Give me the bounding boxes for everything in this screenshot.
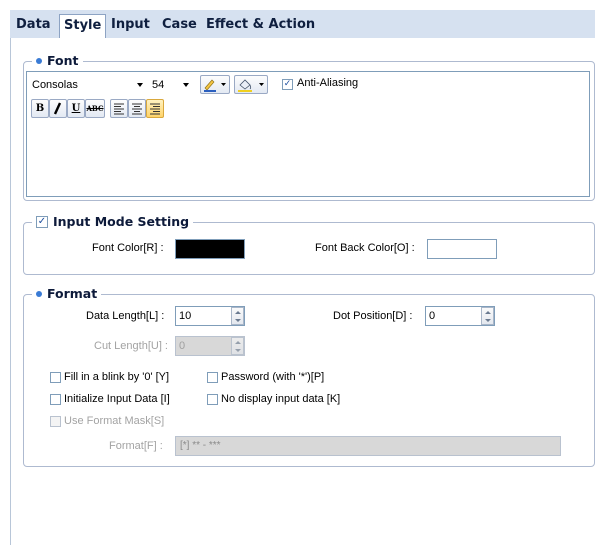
back-color-picker-button[interactable] [234,75,268,94]
dot-position-value: 0 [429,310,436,322]
font-group-title: Font [32,53,83,69]
paint-bucket-icon [238,79,264,92]
underline-button[interactable]: U [67,99,85,118]
password-label: Password (with '*')[P] [221,371,325,383]
use-format-mask-checkbox[interactable] [50,416,61,427]
use-format-mask-label: Use Format Mask[S] [64,415,165,427]
align-center-icon [132,103,142,115]
tab-effect-action[interactable]: Effect & Action [202,14,319,38]
font-color-swatch[interactable] [175,239,245,259]
initialize-input-checkbox[interactable] [50,394,61,405]
no-display-checkbox[interactable] [207,394,218,405]
cut-length-value: 0 [179,340,186,352]
fill-blink-checkbox[interactable] [50,372,61,383]
format-value: [*] ** - *** [180,440,221,451]
bold-button[interactable]: B [31,99,49,118]
data-length-label: Data Length[L] : [86,310,165,322]
input-mode-checkbox[interactable]: ✓ [36,216,48,228]
font-family-select[interactable]: Consolas [29,76,147,94]
tab-input[interactable]: Input [107,14,154,38]
underline-icon: U [71,103,81,114]
format-input[interactable]: [*] ** - *** [175,436,561,456]
cut-length-spinner[interactable] [231,337,244,355]
font-editor-area: Consolas 54 ✓ Anti-Aliasing B U ABC [26,71,590,197]
align-left-icon [114,103,124,115]
password-checkbox[interactable] [207,372,218,383]
spin-up-icon [235,311,241,314]
data-length-value: 10 [179,310,192,322]
align-left-button[interactable] [110,99,128,118]
bold-icon: B [35,103,45,114]
input-mode-label: Input Mode Setting [53,214,190,229]
tab-style[interactable]: Style [59,14,107,38]
fill-blink-label: Fill in a blink by '0' [Y] [64,371,170,383]
chevron-down-icon [137,83,143,87]
font-back-color-swatch[interactable] [427,239,497,259]
chevron-down-icon [183,83,189,87]
align-center-button[interactable] [128,99,146,118]
data-length-spinner[interactable] [231,307,244,325]
pencil-color-icon [204,79,226,92]
align-right-button[interactable] [146,99,164,118]
tab-bar: Data Style Input Case Effect & Action [10,10,595,38]
format-group-label: Format [47,286,98,301]
input-mode-group-title: ✓ Input Mode Setting [32,214,194,230]
strikethrough-button[interactable]: ABC [85,99,105,118]
cut-length-label: Cut Length[U] : [94,340,168,352]
font-color-label: Font Color[R] : [92,242,164,254]
dot-position-label: Dot Position[D] : [333,310,413,322]
align-right-icon [150,103,160,115]
font-family-value: Consolas [32,79,78,91]
bullet-icon [36,291,42,297]
format-group-title: Format [32,286,102,302]
tab-data[interactable]: Data [12,14,55,38]
font-size-value: 54 [152,79,165,91]
font-group-label: Font [47,53,79,68]
italic-icon [53,102,62,115]
bullet-icon [36,58,42,64]
initialize-input-label: Initialize Input Data [I] [64,393,170,405]
anti-aliasing-label: Anti-Aliasing [297,77,359,89]
spin-up-icon [485,311,491,314]
spin-up-icon [235,341,241,344]
italic-button[interactable] [49,99,67,118]
dot-position-spinner[interactable] [481,307,494,325]
spin-down-icon [235,349,241,352]
tab-case[interactable]: Case [158,14,201,38]
font-size-select[interactable]: 54 [149,76,193,94]
spin-down-icon [235,319,241,322]
format-label: Format[F] : [109,440,163,452]
spin-down-icon [485,319,491,322]
no-display-label: No display input data [K] [221,393,341,405]
font-color-picker-button[interactable] [200,75,230,94]
strikethrough-icon: ABC [86,104,104,113]
anti-aliasing-checkbox[interactable]: ✓ [282,79,293,90]
font-back-color-label: Font Back Color[O] : [315,242,415,254]
